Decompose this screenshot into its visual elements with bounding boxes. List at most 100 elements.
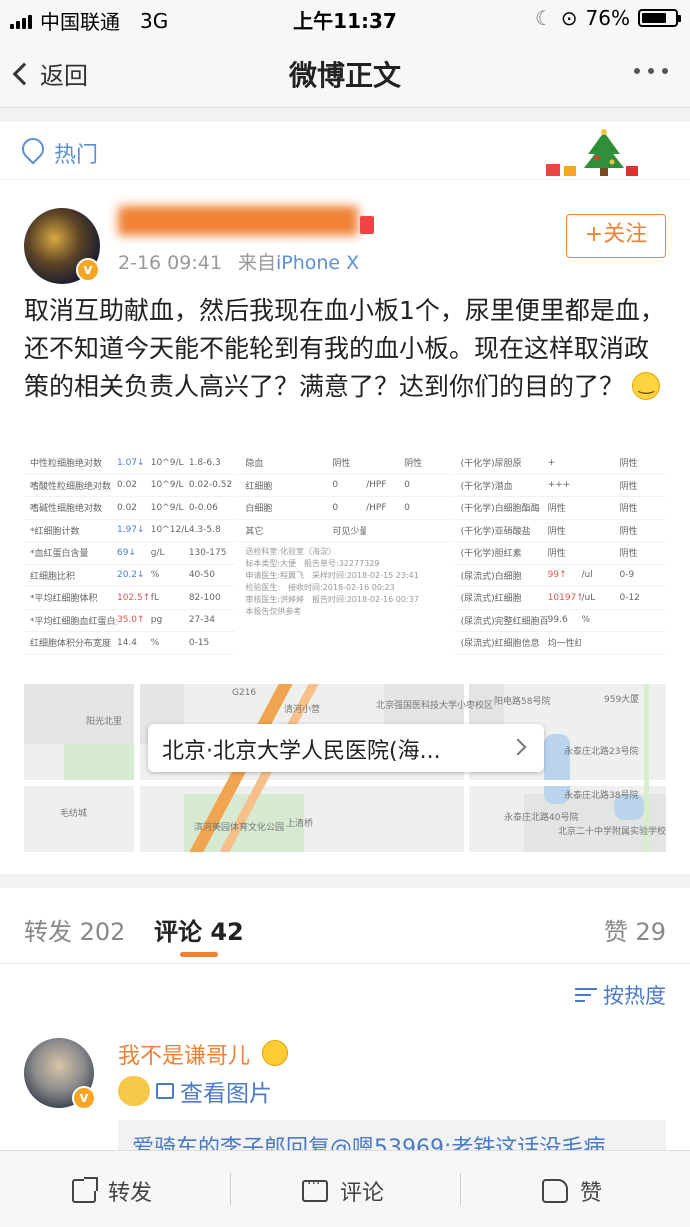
lab-cell: 10^12/L — [150, 525, 189, 536]
lab-report-image[interactable]: 隐血 阴性 阴性红细胞 0/HPF 0 白细胞 0/HPF 0 其它 可见少量脂肪滴送检科室:化验… — [239, 452, 451, 664]
post-images: 中性粒细胞绝对数 1.07↓ 10^9/L 1.8-6.3 嗜酸性粒细胞绝对数 0.02 1… — [24, 452, 666, 664]
view-image-link[interactable]: 查看图片 — [180, 1074, 272, 1108]
lab-cell: (干化学)尿胆原 — [460, 459, 522, 470]
lab-cell: (干化学)亚硝酸盐 — [460, 526, 531, 537]
map-label: 959大厦 — [604, 695, 640, 705]
more-dot-icon — [648, 68, 654, 74]
lab-cell: 阴性 — [619, 481, 638, 492]
lab-row: (尿流式)白细胞 99↑ /ul 0-9 — [454, 565, 666, 587]
lab-report-image[interactable]: (干化学)尿胆原 + 阴性 (干化学)潜血 +++ 阴性 (干化学)白细胞酯酶 阴性 阴性 (干化… — [454, 452, 666, 664]
lab-row: 红细胞 0/HPF 0 — [239, 475, 451, 497]
lab-cell: 阴性 — [619, 549, 638, 560]
map-label: 北京强国医科技大学小枣校区 — [376, 701, 494, 711]
tab-comment-count: 42 — [210, 918, 244, 946]
lab-report-image[interactable]: 中性粒细胞绝对数 1.07↓ 10^9/L 1.8-6.3 嗜酸性粒细胞绝对数 0.02 1… — [24, 452, 236, 664]
tab-comment-label: 评论 — [154, 918, 202, 946]
lab-row: 红细胞体积分布宽度 14.4% 0-15 — [24, 632, 236, 655]
like-button[interactable]: 赞 — [542, 1175, 602, 1207]
lab-cell: 中性粒细胞绝对数 — [30, 459, 103, 470]
lab-cell: % — [150, 637, 160, 648]
toolbar-divider — [230, 1173, 231, 1205]
sort-label: 按热度 — [603, 984, 666, 1008]
lab-cell: 阴性 — [619, 504, 638, 515]
lab-cell: 130-175 — [188, 547, 227, 558]
more-dot-icon — [634, 68, 640, 74]
commenter-name[interactable]: 我不是谦哥儿 — [118, 1038, 250, 1070]
lab-note: 审核医生:洪婷婷 报告时间:2018-02-16 00:37 — [245, 595, 419, 604]
location-name: 北京·北京大学人民医院(海... — [162, 739, 441, 764]
lab-cell: 0 — [332, 502, 339, 513]
lab-row: (尿流式)红细胞信息均一性红细胞? — [454, 632, 666, 655]
lab-row: (干化学)尿胆原 + 阴性 — [454, 452, 666, 475]
lab-row: *平均红细胞血红蛋白量 35.0↑ pg 27-34 — [24, 610, 236, 632]
lab-cell: 阴性 — [547, 526, 566, 537]
moon-icon: ☾ — [534, 6, 553, 30]
lab-cell: *平均红细胞血红蛋白量 — [30, 616, 117, 627]
lab-cell: 其它 — [245, 526, 264, 537]
lab-note: 申请医生:程翼飞 采样时间:2018-02-15 23:41 — [245, 571, 419, 580]
post-card: 热门 v ████████████ 2-16 09:41 来自iPhone X … — [0, 122, 690, 874]
lab-cell: 嗜碱性细胞绝对数 — [30, 504, 103, 515]
lab-row: 嗜酸性粒细胞绝对数 0.02 10^9/L 0.02-0.52 — [24, 475, 236, 497]
lab-row: (干化学)亚硝酸盐 阴性 阴性 — [454, 520, 666, 542]
page-title: 微博正文 — [288, 59, 401, 92]
lab-cell: 隐血 — [245, 459, 264, 470]
lab-cell: (干化学)潜血 — [460, 481, 513, 492]
lab-cell: *红细胞计数 — [30, 526, 80, 537]
lab-cell: 1.07↓ — [116, 457, 145, 468]
lab-note: 本报告仅供参考 — [245, 607, 302, 616]
repost-button[interactable]: 转发 — [72, 1175, 152, 1207]
tab-comment[interactable]: 评论 42 — [154, 912, 244, 947]
post-text: 取消互助献血，然后我现在血小板1个，尿里便里都是血，还不知道今天能不能轮到有我的… — [24, 292, 670, 406]
picture-icon — [156, 1083, 174, 1099]
thumbs-up-icon — [542, 1179, 568, 1203]
tab-repost[interactable]: 转发 202 — [24, 912, 125, 947]
lab-cell: pg — [150, 615, 163, 626]
active-tab-indicator — [180, 952, 218, 957]
author-name[interactable]: ████████████ — [118, 206, 358, 246]
lab-note: 标本类型:大便 报告单号:32277329 — [245, 559, 380, 568]
comment-body: 查看图片 — [118, 1074, 272, 1108]
lab-cell: 99.6 — [547, 615, 568, 626]
tab-like[interactable]: 赞 29 — [604, 912, 666, 947]
member-badge-icon — [360, 216, 374, 234]
post-source[interactable]: iPhone X — [276, 252, 359, 274]
lab-cell: 1.97↓ — [116, 525, 145, 536]
lab-cell: + — [547, 457, 556, 468]
map-label: 毛纺城 — [60, 809, 88, 819]
chevron-right-icon — [509, 738, 527, 756]
lab-row: *红细胞计数 1.97↓ 10^12/L 4.3-5.8 — [24, 520, 236, 542]
lab-cell: (干化学)胆红素 — [460, 549, 522, 560]
more-dot-icon — [662, 68, 668, 74]
lab-cell: 20.2↓ — [116, 570, 145, 581]
hot-bar[interactable]: 热门 — [0, 122, 690, 180]
post-timestamp: 2-16 09:41 — [118, 252, 222, 274]
lab-cell: (尿流式)红细胞 — [460, 594, 522, 605]
lab-cell: (干化学)白细胞酯酶 — [460, 504, 540, 515]
lab-row: (干化学)胆红素 阴性 阴性 — [454, 542, 666, 565]
location-map[interactable]: 阳光北里 毛纺城 滨河美园体育文化公园 上清桥 北京强国医科技大学小枣校区 阳电… — [24, 684, 666, 852]
comment-label: 评论 — [340, 1181, 385, 1206]
lab-cell: (尿流式)红细胞信息 — [460, 639, 540, 650]
verified-badge-icon: v — [72, 1086, 96, 1110]
lab-cell: /ul — [581, 570, 593, 581]
lab-cell: 102.5↑ — [116, 592, 151, 603]
location-callout[interactable]: 北京·北京大学人民医院(海... — [148, 724, 544, 772]
more-options-button[interactable] — [634, 68, 668, 74]
sort-button[interactable]: 按热度 — [575, 980, 666, 1010]
lab-cell: 阴性 — [404, 459, 423, 470]
lab-cell: 10^9/L — [150, 502, 184, 513]
lab-cell: 69↓ — [116, 547, 136, 558]
map-label: 阳光北里 — [86, 717, 123, 727]
lab-cell: *平均红细胞体积 — [30, 594, 98, 605]
share-icon — [72, 1177, 98, 1203]
lab-cell: 0.02 — [116, 502, 138, 513]
lab-cell: 均一性红细胞? — [547, 639, 582, 650]
follow-button[interactable]: +关注 — [566, 214, 666, 258]
lab-cell: 0.02-0.52 — [188, 480, 233, 491]
hot-label: 热门 — [54, 143, 99, 168]
lab-cell: 白细胞 — [245, 504, 273, 515]
lab-cell: *血红蛋白含量 — [30, 549, 89, 560]
comment-button[interactable]: 评论 — [302, 1175, 384, 1207]
lab-cell: 0.02 — [116, 480, 138, 491]
